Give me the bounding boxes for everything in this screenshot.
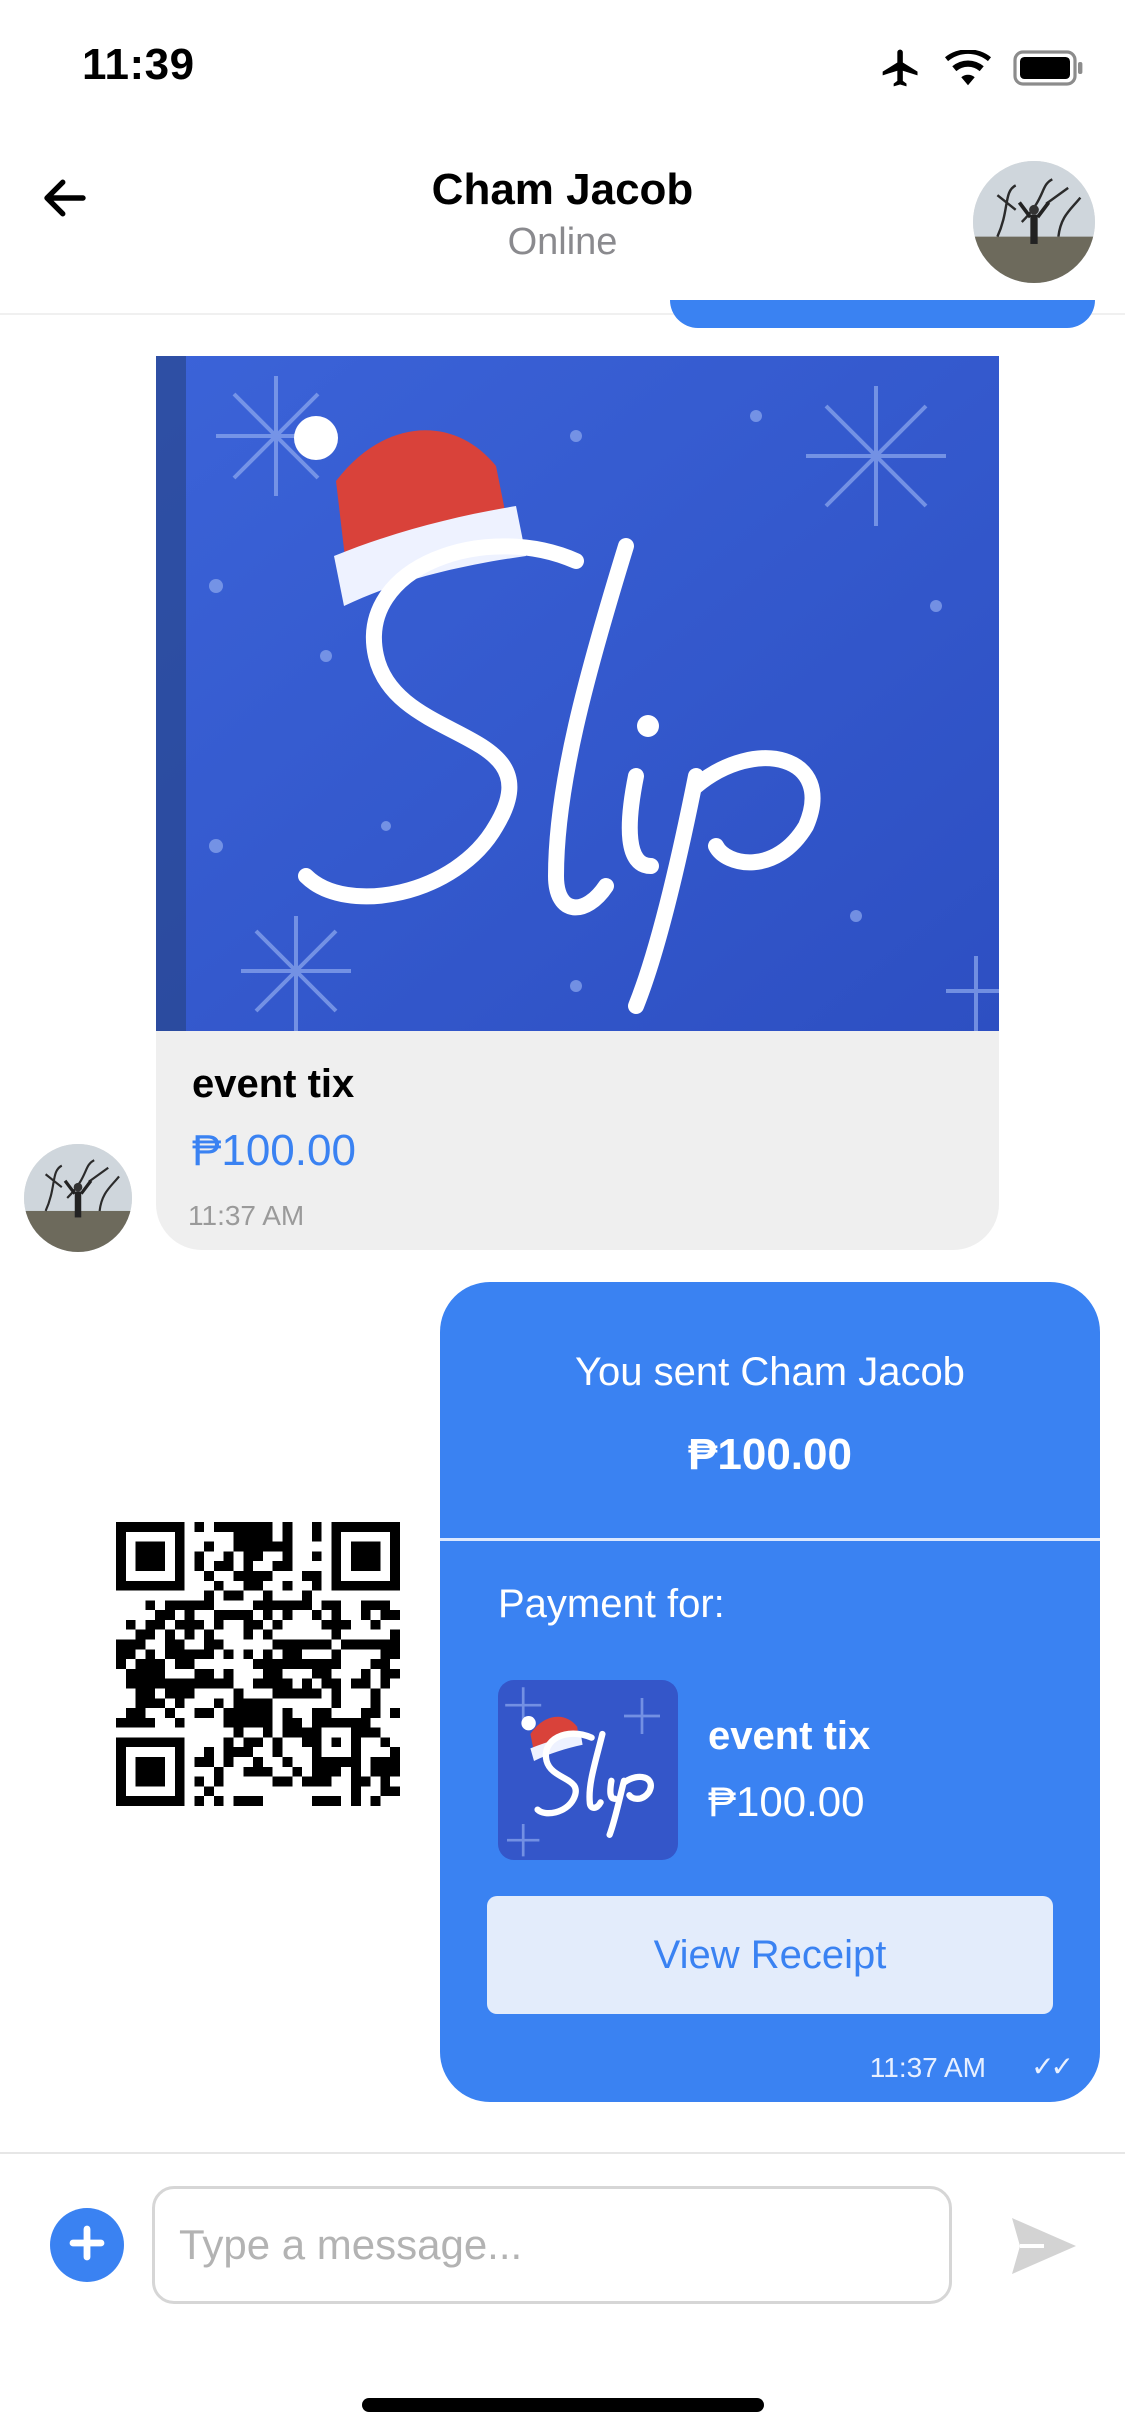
payment-message-bubble[interactable]: You sent Cham Jacob ₱100.00 Payment for:… [440,1282,1100,2102]
divider [440,1538,1100,1541]
home-indicator [362,2398,764,2412]
payment-sent-text: You sent Cham Jacob [575,1350,965,1394]
message-input[interactable] [152,2186,952,2304]
product-price: ₱100.00 [192,1126,356,1175]
sender-avatar[interactable] [24,1144,132,1252]
send-icon [1008,2218,1080,2282]
payment-amount: ₱100.00 [688,1430,852,1479]
status-icons [879,46,1085,95]
add-attachment-button[interactable] [50,2208,124,2282]
payment-item-name: event tix [708,1714,871,1758]
payment-item-price: ₱100.00 [708,1778,865,1825]
status-time: 11:39 [82,40,195,89]
message-composer [0,2152,1125,2436]
airplane-mode-icon [879,46,923,95]
product-image[interactable] [156,356,999,1031]
view-receipt-button[interactable]: View Receipt [487,1896,1053,2014]
payment-item-thumbnail [498,1680,678,1860]
product-message-bubble[interactable]: event tix ₱100.00 11:37 AM [156,356,999,1250]
previous-message-bubble [670,300,1095,328]
qr-code[interactable] [116,1522,400,1806]
plus-icon [67,2223,107,2268]
message-timestamp: 11:37 AM [869,2052,986,2083]
send-button[interactable] [1008,2214,1080,2278]
product-name: event tix [192,1062,355,1106]
double-check-icon: ✓✓ [1031,2051,1074,2082]
message-timestamp: 11:37 AM [188,1200,305,1231]
contact-avatar[interactable] [973,161,1095,283]
chat-header: Cham Jacob Online [0,135,1125,315]
battery-icon [1013,50,1085,91]
contact-name: Cham Jacob [431,165,694,214]
wifi-icon [945,49,991,91]
contact-status: Online [507,221,618,263]
payment-for-label: Payment for: [498,1582,725,1626]
status-bar: 11:39 [0,0,1125,135]
